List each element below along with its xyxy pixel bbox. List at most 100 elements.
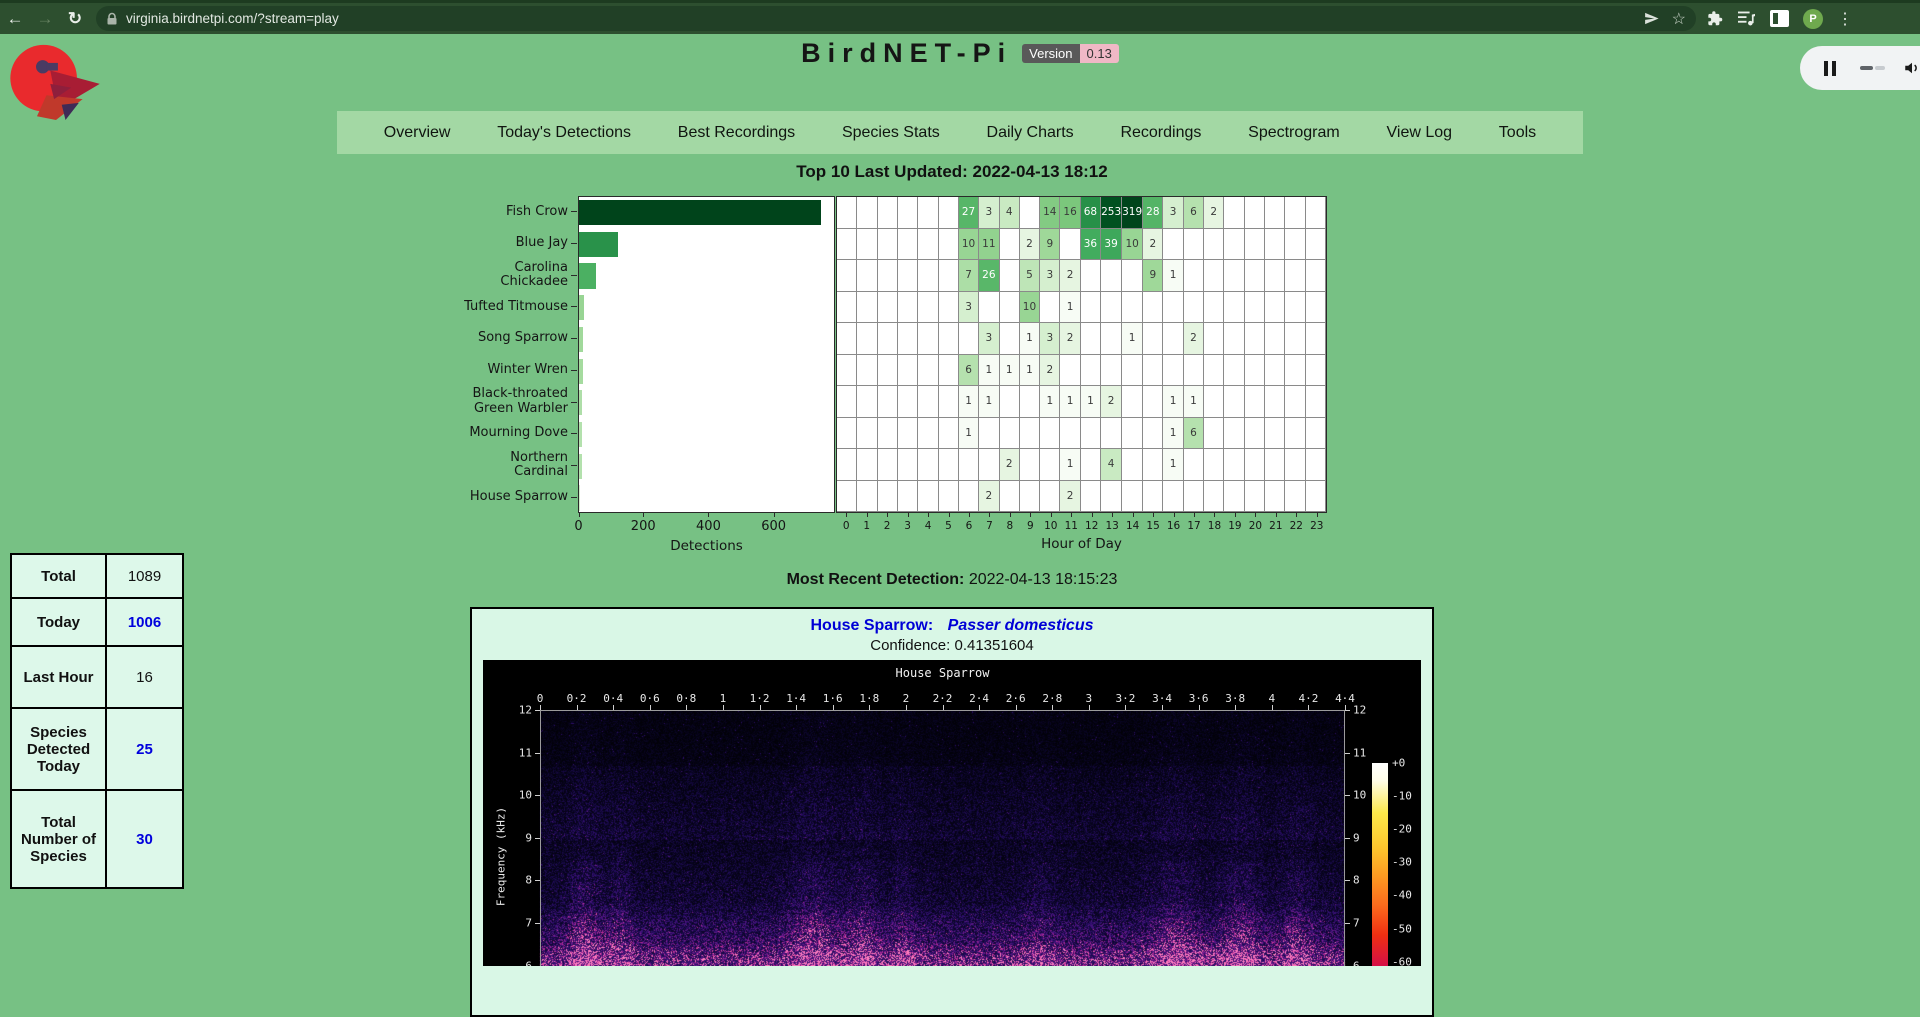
species-tick: [571, 338, 577, 339]
colorbar-tick-label: +0: [1392, 757, 1405, 770]
nav-item-view-log[interactable]: View Log: [1387, 124, 1453, 142]
audio-player[interactable]: [1800, 46, 1920, 90]
hour-tick: [887, 513, 888, 517]
species-tick: [571, 275, 577, 276]
heatmap-cell: 1: [1163, 418, 1183, 450]
detection-species[interactable]: House Sparrow:: [811, 617, 934, 634]
bookmark-star-icon[interactable]: ☆: [1672, 9, 1686, 29]
time-tick: [943, 705, 944, 710]
heatmap-cell: [1285, 229, 1305, 261]
heatmap-cell: [857, 260, 877, 292]
heatmap-cell: 2: [1101, 386, 1122, 418]
volume-icon[interactable]: [1903, 59, 1920, 77]
heatmap-cell: [1285, 449, 1305, 481]
heatmap-cell: [939, 323, 959, 355]
x-tick: [643, 513, 644, 517]
heatmap-cell: [918, 449, 938, 481]
heatmap-cell: [1285, 197, 1305, 229]
heatmap-cell: [1101, 292, 1122, 324]
heatmap-cell: [939, 449, 959, 481]
hour-tick-label: 0: [843, 520, 850, 532]
nav-item-overview[interactable]: Overview: [384, 124, 451, 142]
hour-tick-label: 20: [1249, 520, 1262, 532]
stat-label-text: Total Number of Species: [18, 814, 99, 865]
heatmap-cell: 5: [1020, 260, 1040, 292]
profile-avatar[interactable]: P: [1803, 9, 1823, 29]
lock-icon: [106, 12, 118, 26]
freq-tick-label-left: 12: [506, 704, 532, 717]
pause-button[interactable]: [1824, 61, 1840, 76]
heatmap-cell: [1224, 229, 1244, 261]
nav-item-recordings[interactable]: Recordings: [1120, 124, 1201, 142]
heatmap-cell: [1245, 481, 1265, 513]
heatmap-cell: 10: [959, 229, 979, 261]
heatmap-cell: [1122, 481, 1143, 513]
reload-icon[interactable]: ↻: [60, 9, 90, 29]
heatmap-cell: [1000, 260, 1020, 292]
species-label-6: Winter Wren: [368, 363, 568, 378]
heatmap-cell: [1306, 355, 1326, 387]
heatmap-cell: [1020, 386, 1040, 418]
nav-item-tools[interactable]: Tools: [1499, 124, 1536, 142]
nav-item-spectrogram[interactable]: Spectrogram: [1248, 124, 1340, 142]
forward-icon[interactable]: →: [30, 9, 60, 29]
extensions-icon[interactable]: [1706, 10, 1723, 27]
heatmap-cell: [857, 449, 877, 481]
heatmap-cell: [1184, 292, 1204, 324]
nav-item-daily-charts[interactable]: Daily Charts: [987, 124, 1074, 142]
detection-title: House Sparrow: Passer domesticus: [472, 617, 1432, 635]
back-icon[interactable]: ←: [0, 9, 30, 29]
freq-tick-right: [1345, 753, 1350, 754]
heatmap-cell: [878, 386, 898, 418]
time-tick-label: 1·2: [750, 692, 770, 705]
media-controls-icon[interactable]: [1737, 10, 1756, 27]
colorbar-tick-label: -40: [1392, 889, 1412, 902]
heatmap-cell: 2: [1040, 355, 1060, 387]
freq-tick-right: [1345, 838, 1350, 839]
url-bar[interactable]: virginia.birdnetpi.com/?stream=play ☆: [96, 6, 1696, 31]
menu-dots-icon[interactable]: ⋮: [1837, 9, 1853, 29]
x-tick: [708, 513, 709, 517]
stat-value-species-detected-today[interactable]: 25: [107, 709, 182, 789]
heatmap-cell: [1060, 355, 1080, 387]
freq-tick-left: [535, 880, 540, 881]
detection-confidence: Confidence: 0.41351604: [472, 637, 1432, 654]
hour-tick-label: 9: [1027, 520, 1034, 532]
heatmap-cell: [1143, 355, 1163, 387]
heatmap-cell: [1122, 260, 1143, 292]
hour-tick: [989, 513, 990, 517]
heatmap-cell: 2: [1184, 323, 1204, 355]
heatmap-cell: [1000, 323, 1020, 355]
heatmap-cell: [1285, 355, 1305, 387]
heatmap-cell: [939, 292, 959, 324]
heatmap-cell: [837, 386, 857, 418]
nav-item-best-recordings[interactable]: Best Recordings: [678, 124, 795, 142]
heatmap-cell: [878, 323, 898, 355]
heatmap-cell: 2: [1060, 260, 1080, 292]
species-label-1: Fish Crow: [368, 205, 568, 220]
nav-item-species-stats[interactable]: Species Stats: [842, 124, 940, 142]
heatmap-cell: [837, 355, 857, 387]
page-title: BirdNET-Pi: [801, 38, 1012, 69]
time-tick-label: 0: [537, 692, 544, 705]
time-tick-label: 0·4: [603, 692, 623, 705]
heatmap-cell: [1122, 386, 1143, 418]
stat-value-total-number-of-species[interactable]: 30: [107, 791, 182, 887]
main-nav: Overview Today's Detections Best Recording…: [337, 111, 1583, 154]
side-panel-icon[interactable]: [1770, 10, 1789, 27]
time-tick: [1272, 705, 1273, 710]
time-tick: [796, 705, 797, 710]
send-icon[interactable]: [1643, 10, 1660, 27]
heatmap-cell: [918, 260, 938, 292]
stat-label-last-hour: Last Hour: [12, 647, 107, 707]
heatmap-cell: [1224, 323, 1244, 355]
species-label-2: Blue Jay: [368, 236, 568, 251]
hour-tick: [1071, 513, 1072, 517]
heatmap-cell: [1184, 481, 1204, 513]
heatmap-cell: [878, 292, 898, 324]
heatmap-cell: [1081, 449, 1101, 481]
stat-value-today[interactable]: 1006: [107, 599, 182, 645]
heatmap-cell: [1060, 418, 1080, 450]
nav-item-today-s-detections[interactable]: Today's Detections: [497, 124, 631, 142]
seek-bar[interactable]: [1860, 66, 1885, 70]
